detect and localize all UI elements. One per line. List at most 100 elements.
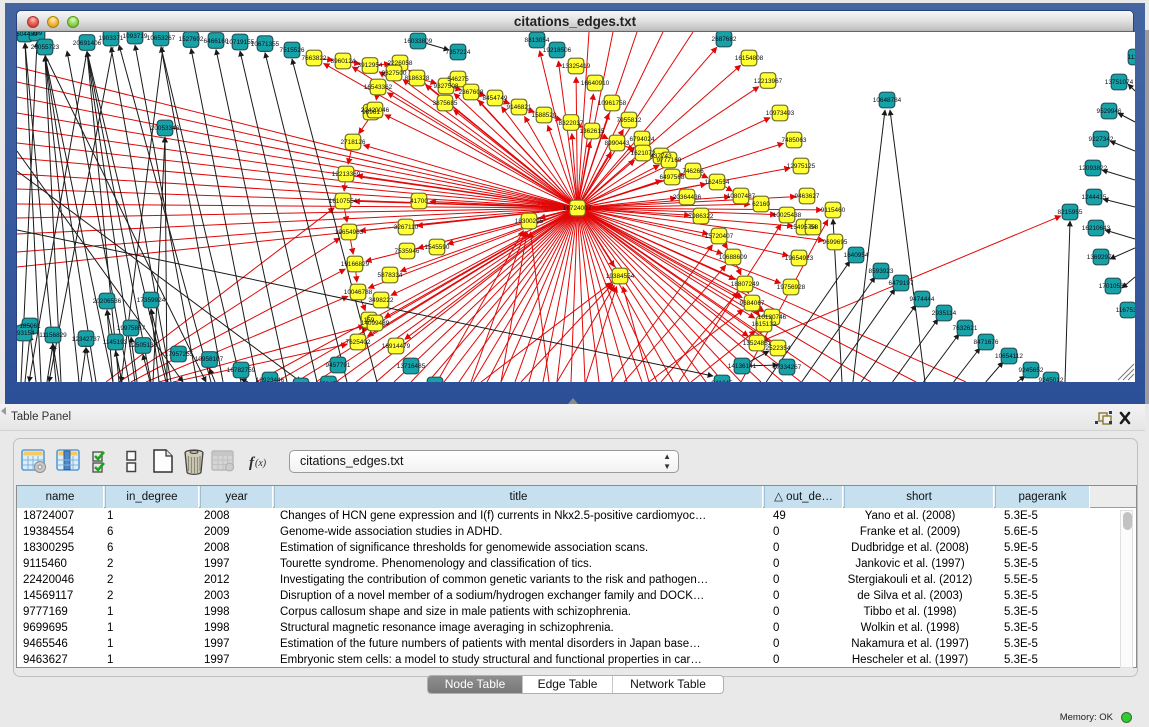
- svg-text:7515526: 7515526: [280, 47, 305, 54]
- svg-text:1362615: 1362615: [580, 128, 605, 135]
- svg-text:1588520: 1588520: [532, 112, 557, 119]
- svg-text:10671355: 10671355: [251, 41, 280, 48]
- svg-text:952450: 952450: [318, 381, 340, 382]
- svg-text:17359924: 17359924: [137, 297, 166, 304]
- svg-text:12923446: 12923446: [256, 377, 285, 382]
- svg-text:8813054: 8813054: [525, 37, 550, 44]
- svg-text:16154808: 16154808: [735, 55, 764, 62]
- svg-text:10046788: 10046788: [344, 289, 373, 296]
- svg-text:9474444: 9474444: [910, 296, 935, 303]
- svg-text:19975867: 19975867: [117, 325, 146, 332]
- svg-text:9463627: 9463627: [795, 193, 820, 200]
- svg-text:7663822: 7663822: [302, 55, 327, 62]
- svg-text:10961758: 10961758: [598, 100, 627, 107]
- svg-text:9699695: 9699695: [823, 239, 848, 246]
- svg-text:12975125: 12975125: [787, 163, 816, 170]
- svg-text:12093822: 12093822: [1079, 165, 1108, 172]
- svg-text:8454749: 8454749: [483, 95, 508, 102]
- svg-text:6794024: 6794024: [630, 136, 655, 143]
- svg-text:16107554: 16107554: [329, 198, 358, 205]
- svg-text:2718126: 2718126: [341, 139, 366, 146]
- svg-text:10807487: 10807487: [727, 193, 756, 200]
- svg-text:20055723: 20055723: [31, 44, 60, 51]
- svg-text:16914479: 16914479: [382, 343, 411, 350]
- svg-text:393154: 393154: [17, 330, 35, 337]
- svg-text:17010534: 17010534: [1099, 283, 1128, 290]
- svg-text:1167531: 1167531: [1116, 307, 1135, 314]
- svg-text:14136141: 14136141: [728, 363, 757, 370]
- svg-text:10973493: 10973493: [766, 110, 795, 117]
- svg-text:5878334: 5878334: [378, 272, 403, 279]
- svg-text:16543362: 16543362: [364, 84, 393, 91]
- svg-text:16210643: 16210643: [1082, 225, 1111, 232]
- svg-text:(x): (x): [255, 458, 267, 469]
- svg-text:1527602: 1527602: [179, 36, 204, 43]
- svg-text:2367608: 2367608: [459, 89, 484, 96]
- svg-text:10958107: 10958107: [195, 356, 224, 363]
- svg-text:7632621: 7632621: [953, 325, 978, 332]
- svg-text:8186328: 8186328: [405, 75, 430, 82]
- svg-text:13716485: 13716485: [397, 363, 426, 370]
- svg-text:8471676: 8471676: [974, 339, 999, 346]
- svg-text:13325419: 13325419: [562, 63, 591, 70]
- svg-text:9327500: 9327500: [382, 70, 407, 77]
- svg-text:9327508: 9327508: [434, 83, 459, 90]
- svg-text:3875685: 3875685: [433, 100, 458, 107]
- svg-text:10653267: 10653267: [147, 35, 176, 42]
- svg-text:199: 199: [32, 32, 43, 37]
- svg-text:10025438: 10025438: [773, 212, 802, 219]
- svg-text:19654963: 19654963: [335, 229, 364, 236]
- svg-text:19384554: 19384554: [606, 273, 635, 280]
- svg-text:9146821: 9146821: [507, 104, 532, 111]
- svg-text:1244415: 1244415: [1082, 194, 1107, 201]
- svg-text:1145193: 1145193: [103, 339, 128, 346]
- svg-text:12213967: 12213967: [754, 78, 783, 85]
- svg-text:6497568: 6497568: [660, 174, 685, 181]
- svg-text:7955812: 7955812: [617, 117, 642, 124]
- svg-text:1615132: 1615132: [752, 321, 777, 328]
- svg-text:8593923: 8593923: [869, 268, 894, 275]
- svg-text:11124: 11124: [1128, 54, 1135, 61]
- svg-text:10654112: 10654112: [995, 353, 1023, 360]
- svg-text:3912954: 3912954: [358, 62, 383, 69]
- svg-text:20206536: 20206536: [93, 298, 122, 305]
- svg-text:9777169: 9777169: [657, 157, 682, 164]
- svg-text:20053346: 20053346: [151, 125, 180, 132]
- svg-text:9115460: 9115460: [821, 207, 846, 214]
- svg-text:2935114: 2935114: [932, 310, 957, 317]
- svg-text:8322037: 8322037: [559, 120, 584, 127]
- svg-text:12342737: 12342737: [72, 336, 101, 343]
- svg-text:20691406: 20691406: [73, 40, 102, 47]
- svg-text:3498222: 3498222: [369, 297, 394, 304]
- svg-text:6479197: 6479197: [889, 280, 914, 287]
- svg-text:746266: 746266: [682, 168, 704, 175]
- svg-text:546275: 546275: [447, 76, 469, 83]
- svg-text:1903371: 1903371: [99, 35, 124, 42]
- svg-text:14099489: 14099489: [361, 320, 390, 327]
- svg-text:41700: 41700: [410, 198, 428, 205]
- svg-text:1093719: 1093719: [123, 33, 148, 40]
- svg-text:19218506: 19218506: [543, 47, 572, 54]
- svg-text:18807249: 18807249: [731, 281, 760, 288]
- svg-text:62160: 62160: [752, 201, 770, 208]
- svg-text:7357224: 7357224: [446, 49, 471, 56]
- svg-text:11156829: 11156829: [39, 332, 67, 339]
- svg-text:10120746: 10120746: [758, 314, 787, 321]
- svg-text:8215955: 8215955: [1058, 209, 1083, 216]
- svg-text:8990443: 8990443: [605, 140, 630, 147]
- svg-text:1624554: 1624554: [705, 179, 730, 186]
- svg-text:8960124: 8960124: [331, 58, 356, 65]
- svg-text:20364436: 20364436: [673, 194, 702, 201]
- svg-text:16782759: 16782759: [227, 367, 256, 374]
- svg-text:2687682: 2687682: [712, 36, 737, 43]
- svg-text:9457791: 9457791: [326, 362, 351, 369]
- svg-text:13692971: 13692971: [1087, 254, 1116, 261]
- svg-text:10648784: 10648784: [873, 97, 902, 104]
- svg-text:9684067: 9684067: [740, 300, 765, 307]
- svg-text:10688609: 10688609: [719, 254, 748, 261]
- svg-text:19756928: 19756928: [777, 284, 806, 291]
- svg-text:1640954: 1640954: [844, 252, 869, 259]
- svg-text:13751074: 13751074: [1105, 79, 1134, 86]
- svg-text:3267110: 3267110: [394, 224, 419, 231]
- svg-text:9227342: 9227342: [1089, 136, 1114, 143]
